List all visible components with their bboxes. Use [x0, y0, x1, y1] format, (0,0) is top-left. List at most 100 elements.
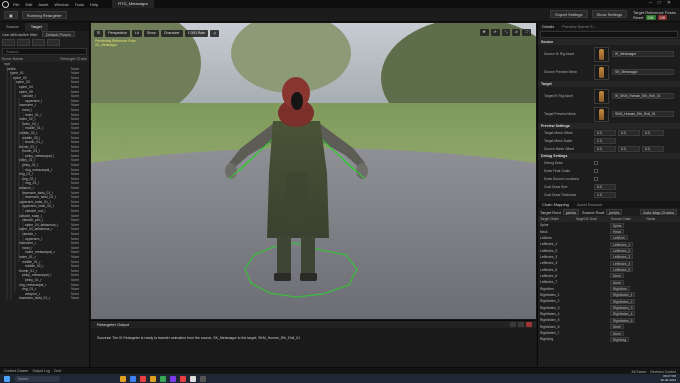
perspective-button[interactable]: Perspective [105, 29, 131, 37]
revision-control-button[interactable]: Revision Control [650, 370, 676, 374]
menu-tools[interactable]: Tools [75, 2, 84, 7]
app-icon-1[interactable] [140, 375, 146, 382]
source-chain-dropdown[interactable]: RightIndex_5 [610, 317, 636, 323]
output-tab[interactable]: Retargeter Output [91, 321, 536, 328]
source-chain-dropdown[interactable]: LeftIndex_4 [610, 260, 634, 266]
source-chain-dropdown[interactable]: LeftIndex_3 [610, 254, 634, 260]
target-offset-z[interactable]: 0.0 [642, 130, 664, 136]
character-button[interactable]: Character [160, 29, 183, 37]
app-icon-3[interactable] [170, 375, 176, 382]
target-scale-field[interactable]: 1.0 [594, 138, 616, 144]
source-chain-dropdown[interactable]: None [610, 324, 624, 330]
col-source-chain[interactable]: Source Chain [609, 216, 645, 222]
auto-map-chains-button[interactable]: Auto-Map Chains [640, 209, 677, 215]
source-chain-dropdown[interactable]: RightIndex_1 [610, 292, 636, 298]
target-ik-rig-thumbnail[interactable] [594, 88, 609, 104]
tab-target[interactable]: Target [24, 23, 48, 31]
menu-file[interactable]: File [13, 2, 19, 7]
debug-value-field[interactable]: 1.0 [594, 192, 616, 198]
visibility-icon[interactable] [32, 39, 45, 46]
source-chain-dropdown[interactable]: LeftIndex_2 [610, 248, 634, 254]
export-settings-button[interactable]: Export Settings [550, 10, 588, 18]
target-mesh-thumbnail[interactable] [594, 106, 609, 122]
rotate-icon[interactable]: ⟳ [490, 29, 500, 36]
window-controls[interactable]: –□✕ [649, 0, 677, 6]
source-root-value[interactable]: pelvis [606, 209, 623, 215]
source-chain-dropdown[interactable]: LeftArm [610, 235, 628, 241]
viewport-menu-button[interactable]: ☰ [94, 29, 104, 37]
menu-window[interactable]: Window [54, 2, 68, 7]
app-icon-5[interactable] [200, 375, 206, 382]
hierarchy-search-input[interactable]: Search [2, 48, 87, 55]
edge-icon[interactable] [130, 375, 136, 382]
col-target-ik-goal[interactable]: Target IK Goal [574, 216, 610, 222]
output-error-icon[interactable] [526, 322, 532, 327]
target-mesh-dropdown[interactable]: SKM_Human_Eth_Roll_01 [612, 111, 674, 117]
source-ik-rig-dropdown[interactable]: IK_Metanagor [612, 51, 674, 57]
rate-button[interactable]: 1.000 Rate [184, 29, 209, 37]
content-drawer-button[interactable]: Content Drawer [4, 369, 29, 373]
source-offset-x[interactable]: 0.0 [594, 146, 616, 152]
debug-checkbox[interactable] [594, 177, 598, 181]
chrome-icon[interactable] [160, 375, 166, 382]
show-button[interactable]: Show [143, 29, 159, 37]
on-badge[interactable]: ON [645, 15, 656, 20]
source-chain-dropdown[interactable]: None [610, 273, 624, 279]
taskbar-clock[interactable]: 08:27 PM 30-06-2024 [661, 374, 676, 383]
source-ik-rig-thumbnail[interactable] [594, 46, 609, 62]
source-chain-dropdown[interactable]: RightIndex_3 [610, 305, 636, 311]
tab-details[interactable]: Details [538, 23, 558, 30]
lit-button[interactable]: Lit [132, 29, 142, 37]
source-offset-y[interactable]: 0.0 [618, 146, 640, 152]
chain-row[interactable]: RightLeg RightLeg [538, 336, 680, 342]
source-chain-dropdown[interactable]: None [610, 330, 624, 336]
menu-help[interactable]: Help [90, 2, 98, 7]
target-ik-rig-dropdown[interactable]: IK_SKM_Human_Eth_Roll_01 [612, 93, 674, 99]
output-log-button[interactable]: Output Log [33, 369, 50, 373]
debug-checkbox[interactable] [594, 169, 598, 173]
app-icon-4[interactable] [180, 375, 186, 382]
transform-move-icon[interactable]: ✥ [479, 29, 489, 36]
unreal-logo-icon[interactable] [2, 0, 9, 8]
scale-icon[interactable]: ⤡ [501, 29, 511, 36]
unreal-engine-icon[interactable] [190, 375, 196, 382]
details-search-input[interactable] [540, 31, 678, 38]
filter-icon[interactable] [2, 39, 15, 46]
col-target-chain[interactable]: Target Chain [538, 216, 574, 222]
off-badge[interactable]: Off [657, 15, 667, 20]
target-offset-y[interactable]: 0.0 [618, 130, 640, 136]
all-saved-button[interactable]: All Saved [632, 370, 647, 374]
tab-asset-browser[interactable]: Asset Browser [573, 201, 607, 208]
lod-button[interactable]: ◎ [210, 29, 220, 37]
debug-value-field[interactable]: 5.0 [594, 184, 616, 190]
source-offset-z[interactable]: 0.0 [642, 146, 664, 152]
settings-icon[interactable] [47, 39, 60, 46]
source-chain-dropdown[interactable]: Head [610, 229, 624, 235]
sort-icon[interactable] [17, 39, 30, 46]
target-root-value[interactable]: pelvis [562, 209, 579, 215]
start-icon[interactable] [4, 375, 10, 382]
preview-viewport[interactable] [91, 23, 536, 319]
output-clear-icon[interactable] [510, 322, 516, 327]
source-chain-dropdown[interactable]: RightIndex_4 [610, 311, 636, 317]
running-retargeter-button[interactable]: Running Retargeter [21, 10, 67, 19]
menu-asset[interactable]: Asset [38, 2, 48, 7]
source-chain-dropdown[interactable]: RightIndex_2 [610, 298, 636, 304]
target-offset-x[interactable]: 0.0 [594, 130, 616, 136]
cmd-button[interactable]: Cmd [54, 369, 61, 373]
asset-tab[interactable]: RTG_Metanagor [112, 0, 154, 8]
source-chain-dropdown[interactable]: None [610, 279, 624, 285]
source-chain-dropdown[interactable]: LeftIndex_5 [610, 267, 634, 273]
grid-icon[interactable]: # [512, 29, 521, 36]
save-button[interactable]: ▣ [4, 10, 18, 19]
debug-checkbox[interactable] [594, 161, 598, 165]
reset-label[interactable]: Reset [633, 15, 643, 20]
taskbar-search[interactable]: Search [15, 375, 60, 382]
source-chain-dropdown[interactable]: LeftIndex_1 [610, 241, 634, 247]
filter-dropdown[interactable]: Default Poses [41, 31, 75, 37]
tab-chain-mapping[interactable]: Chain Mapping [538, 201, 573, 208]
app-icon-2[interactable] [150, 375, 156, 382]
file-explorer-icon[interactable] [120, 375, 126, 382]
tab-preview-scene[interactable]: Preview Scene S... [558, 23, 600, 30]
source-mesh-thumbnail[interactable] [594, 64, 609, 80]
